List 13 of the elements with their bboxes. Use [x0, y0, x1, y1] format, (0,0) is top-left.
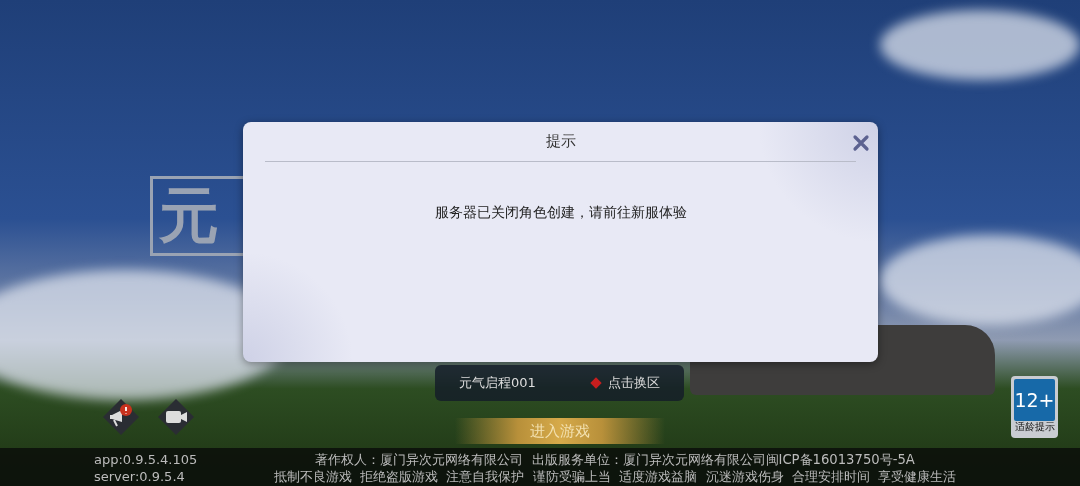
switch-server-link[interactable]: 点击换区 [608, 373, 660, 393]
server-selector[interactable]: 元气启程001 点击换区 [435, 365, 684, 401]
video-camera-icon[interactable] [156, 397, 196, 437]
legal-notice: 著作权人：厦门异次元网络有限公司 出版服务单位：厦门异次元网络有限公司闽ICP备16013750号-5A [314, 451, 916, 468]
version-text: server:0.9.5.4 [94, 468, 186, 485]
dialog-title: 提示 [545, 131, 576, 152]
megaphone-icon[interactable] [101, 397, 141, 437]
age-rating-label: 适龄提示 [1014, 421, 1055, 433]
version-text: app:0.9.5.4.105 [94, 451, 198, 468]
age-rating: 12+ [1014, 379, 1055, 421]
server-name: 元气启程001 [459, 374, 536, 393]
dialog-message: 服务器已关闭角色创建，请前往新服体验 [433, 202, 688, 222]
legal-notice: 抵制不良游戏 拒绝盗版游戏 注意自我保护 谨防受骗上当 适度游戏益脑 沉迷游戏伤身 合理安排时间 享受健康生活 [272, 468, 958, 485]
